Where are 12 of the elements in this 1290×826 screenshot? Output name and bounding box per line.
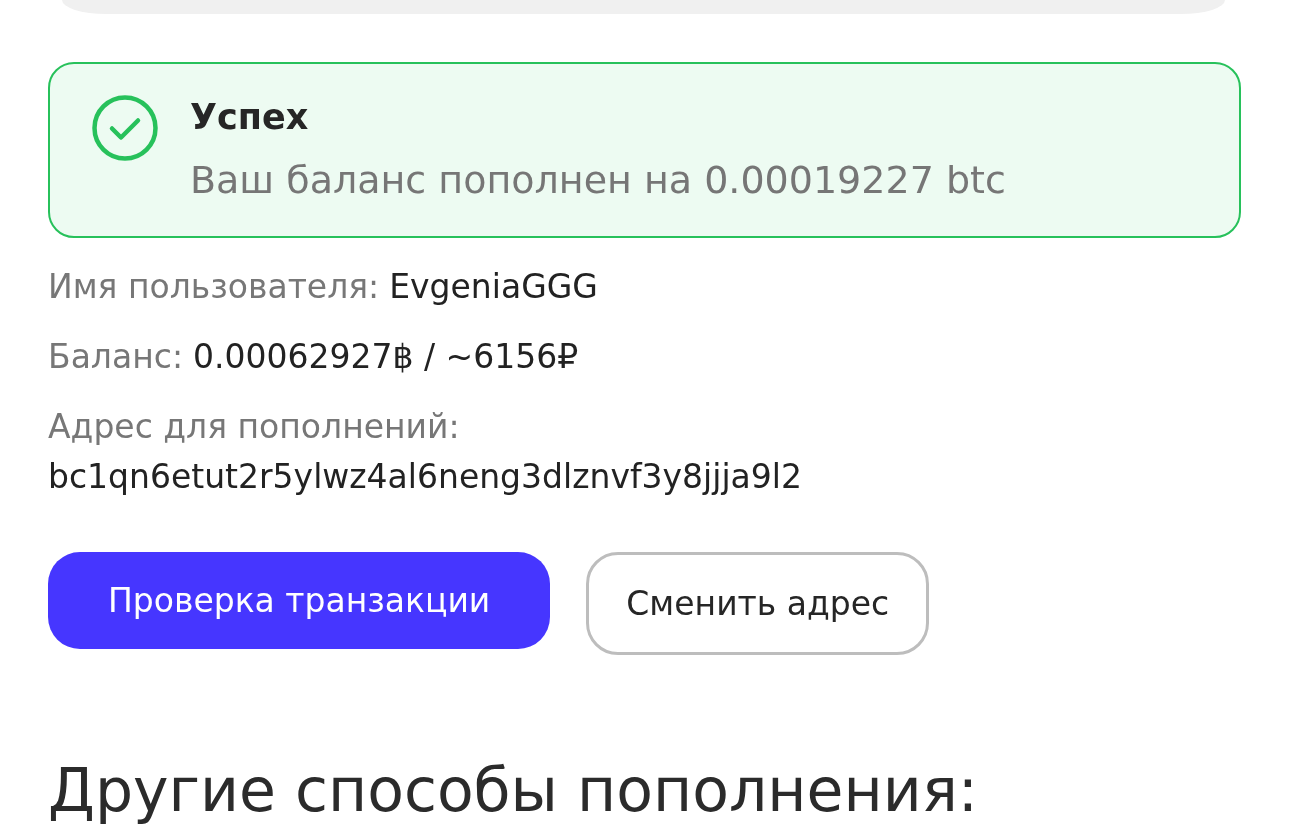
field-value: EvgeniaGGG	[389, 266, 598, 308]
check-transaction-button[interactable]: Проверка транзакции	[48, 552, 551, 649]
field-label: Имя пользователя:	[48, 266, 380, 308]
field-label: Баланс:	[48, 336, 183, 378]
address-label: Адрес для пополнений:	[48, 406, 461, 448]
alert-title: Успех	[190, 96, 310, 139]
wallet-address: bc1qn6etut2r5ylwz4al6neng3dlznvf3y8jjja9l2	[48, 456, 803, 498]
alert-message: Ваш баланс пополнен на 0.00019227 btc	[190, 157, 1006, 204]
change-address-button[interactable]: Сменить адрес	[586, 552, 930, 655]
check-circle-icon	[92, 95, 158, 161]
field-value: 0.00062927฿ / ~6156₽	[193, 336, 579, 378]
section-heading: Другие способы пополнения:	[48, 754, 979, 826]
